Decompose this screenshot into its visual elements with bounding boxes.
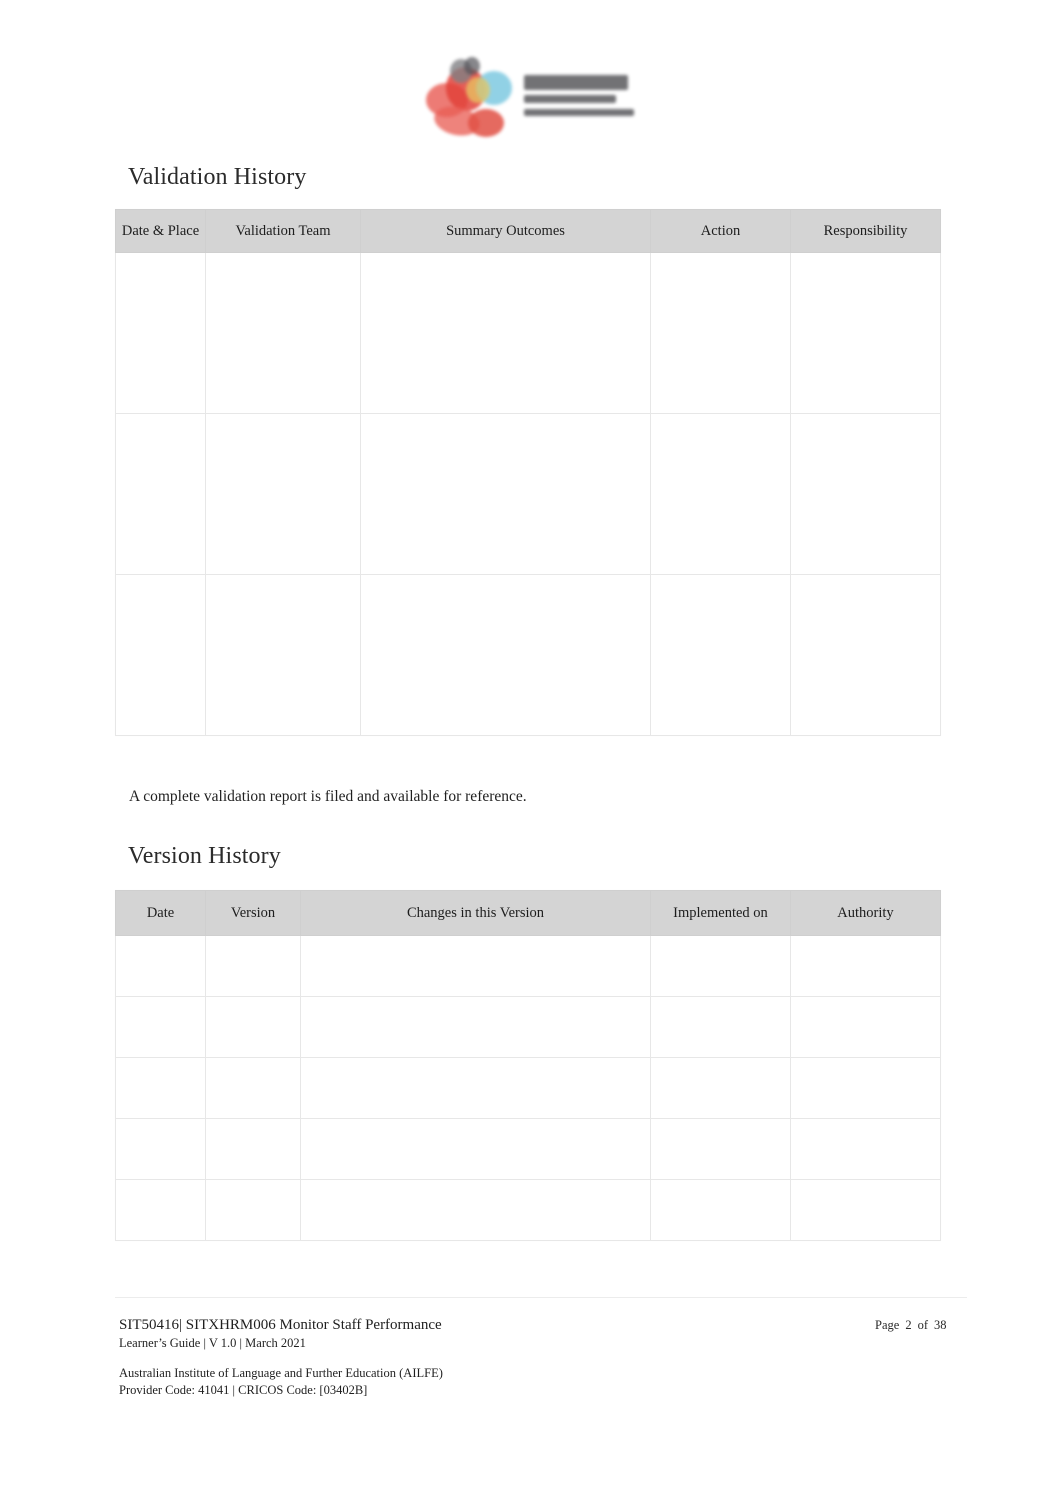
table-cell[interactable] xyxy=(790,252,941,414)
table-header-row: Date Version Changes in this Version Imp… xyxy=(115,890,941,936)
table-cell[interactable] xyxy=(650,252,791,414)
column-header-responsibility: Responsibility xyxy=(790,209,941,253)
table-cell[interactable] xyxy=(115,252,206,414)
table-cell[interactable] xyxy=(790,1057,941,1119)
table-cell[interactable] xyxy=(205,1057,301,1119)
table-row xyxy=(115,574,941,736)
table-cell[interactable] xyxy=(790,1118,941,1180)
footer-organisation-block: Australian Institute of Language and Fur… xyxy=(119,1365,443,1399)
column-header-date-place: Date & Place xyxy=(115,209,206,253)
validation-history-heading: Validation History xyxy=(128,164,307,191)
footer-page-current: 2 xyxy=(905,1318,912,1332)
table-cell[interactable] xyxy=(115,996,206,1058)
footer-page-total: 38 xyxy=(933,1318,947,1332)
table-cell[interactable] xyxy=(650,413,791,575)
table-cell[interactable] xyxy=(360,413,651,575)
table-cell[interactable] xyxy=(205,935,301,997)
column-header-action: Action xyxy=(650,209,791,253)
table-row xyxy=(115,413,941,575)
table-row xyxy=(115,1179,941,1241)
table-cell[interactable] xyxy=(360,252,651,414)
table-cell[interactable] xyxy=(115,1057,206,1119)
table-cell[interactable] xyxy=(205,1118,301,1180)
table-cell[interactable] xyxy=(115,1118,206,1180)
table-cell[interactable] xyxy=(790,935,941,997)
table-cell[interactable] xyxy=(360,574,651,736)
table-row xyxy=(115,1118,941,1180)
table-cell[interactable] xyxy=(300,996,651,1058)
table-cell[interactable] xyxy=(300,1118,651,1180)
table-cell[interactable] xyxy=(790,996,941,1058)
column-header-date: Date xyxy=(115,890,206,936)
footer-provider-codes: Provider Code: 41041 | CRICOS Code: [034… xyxy=(119,1382,368,1397)
table-row xyxy=(115,935,941,997)
document-page: Validation History Date & Place Validati… xyxy=(0,0,1062,1506)
ailfe-logo-mark-icon xyxy=(420,56,516,143)
table-cell[interactable] xyxy=(115,1179,206,1241)
version-history-table: Date Version Changes in this Version Imp… xyxy=(115,890,941,1241)
footer-divider xyxy=(115,1297,967,1298)
table-header-row: Date & Place Validation Team Summary Out… xyxy=(115,209,941,253)
footer-guide-version: Learner’s Guide | V 1.0 | March 2021 xyxy=(119,1335,306,1350)
table-cell[interactable] xyxy=(115,935,206,997)
table-row xyxy=(115,252,941,414)
organisation-logo xyxy=(420,52,650,147)
column-header-changes: Changes in this Version xyxy=(300,890,651,936)
table-cell[interactable] xyxy=(205,252,361,414)
table-cell[interactable] xyxy=(650,1179,791,1241)
footer-document-info: SIT50416| SITXHRM006 Monitor Staff Perfo… xyxy=(119,1316,959,1351)
logo-wordmark xyxy=(522,69,640,131)
column-header-summary-outcomes: Summary Outcomes xyxy=(360,209,651,253)
validation-history-table: Date & Place Validation Team Summary Out… xyxy=(115,209,941,736)
table-cell[interactable] xyxy=(300,1179,651,1241)
table-cell[interactable] xyxy=(650,996,791,1058)
version-history-heading: Version History xyxy=(128,843,281,870)
table-cell[interactable] xyxy=(205,413,361,575)
table-cell[interactable] xyxy=(790,413,941,575)
table-cell[interactable] xyxy=(790,574,941,736)
table-cell[interactable] xyxy=(300,935,651,997)
table-cell[interactable] xyxy=(205,1179,301,1241)
table-cell[interactable] xyxy=(115,413,206,575)
footer-page-of: of xyxy=(917,1318,928,1332)
table-cell[interactable] xyxy=(650,935,791,997)
column-header-validation-team: Validation Team xyxy=(205,209,361,253)
column-header-authority: Authority xyxy=(790,890,941,936)
table-cell[interactable] xyxy=(650,1057,791,1119)
table-cell[interactable] xyxy=(205,996,301,1058)
table-cell[interactable] xyxy=(115,574,206,736)
table-cell[interactable] xyxy=(650,574,791,736)
table-cell[interactable] xyxy=(300,1057,651,1119)
table-row xyxy=(115,1057,941,1119)
table-cell[interactable] xyxy=(650,1118,791,1180)
column-header-implemented-on: Implemented on xyxy=(650,890,791,936)
footer-organisation-name: Australian Institute of Language and Fur… xyxy=(119,1366,443,1380)
footer-course-title: SIT50416| SITXHRM006 Monitor Staff Perfo… xyxy=(119,1317,442,1333)
validation-report-note: A complete validation report is filed an… xyxy=(129,787,527,805)
footer-page-label: Page xyxy=(875,1318,900,1332)
table-cell[interactable] xyxy=(790,1179,941,1241)
column-header-version: Version xyxy=(205,890,301,936)
table-row xyxy=(115,996,941,1058)
footer-page-number: Page 2 of 38 xyxy=(872,1318,949,1333)
table-cell[interactable] xyxy=(205,574,361,736)
